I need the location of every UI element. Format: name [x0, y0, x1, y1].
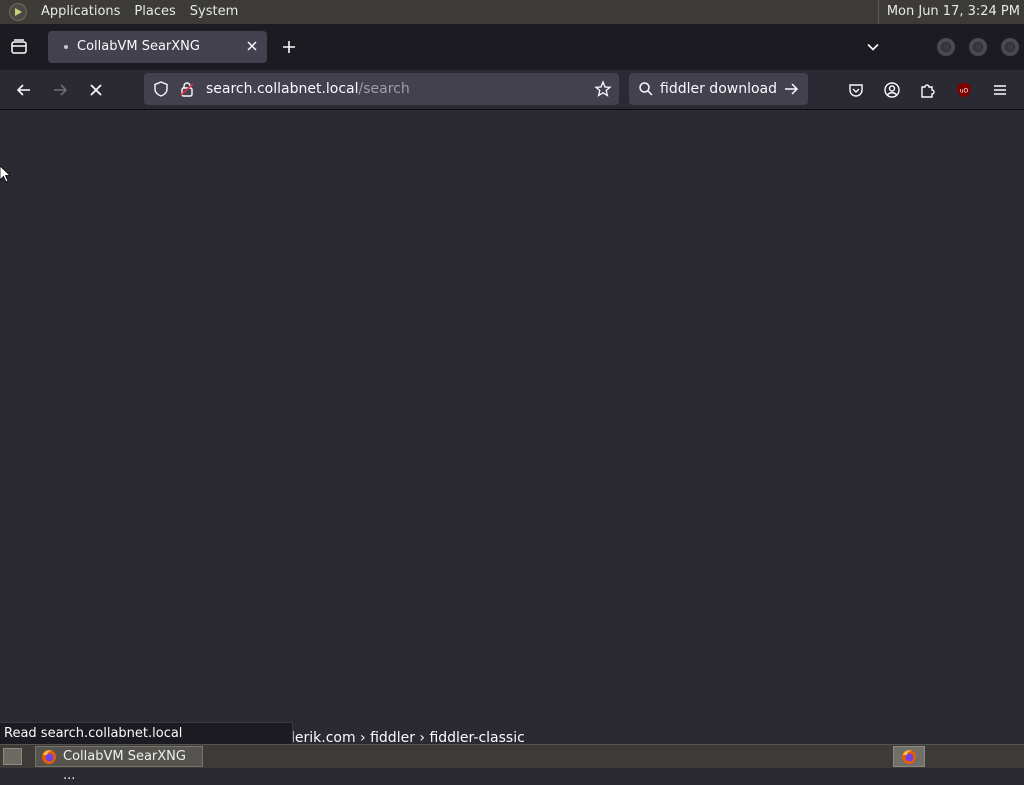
tracking-protection-shield-icon[interactable] — [152, 80, 170, 98]
search-go-arrow-icon[interactable] — [783, 81, 799, 97]
window-minimize-button[interactable] — [937, 38, 955, 56]
window-maximize-button[interactable] — [969, 38, 987, 56]
url-path: /search — [358, 81, 410, 97]
browser-tab-strip: CollabVM SearXNG — [0, 24, 1024, 70]
play-icon — [15, 8, 22, 16]
window-close-button[interactable] — [1001, 38, 1019, 56]
tab-title: CollabVM SearXNG — [77, 39, 200, 54]
search-icon — [639, 82, 653, 96]
tab-collabvm-searxng[interactable]: CollabVM SearXNG — [48, 31, 267, 63]
page-content-area — [0, 111, 1024, 744]
firefox-view-icon[interactable] — [10, 38, 28, 56]
panel-clock[interactable]: Mon Jun 17, 3:24 PM — [877, 0, 1020, 24]
account-icon[interactable] — [883, 81, 901, 99]
ublock-origin-icon[interactable]: uO — [955, 81, 973, 99]
menu-system[interactable]: System — [183, 0, 245, 24]
hamburger-menu-icon[interactable] — [991, 81, 1009, 99]
tab-loading-icon — [64, 45, 68, 49]
mouse-pointer-icon — [0, 166, 10, 183]
status-panel: Read search.collabnet.local — [0, 722, 293, 744]
url-host: search.collabnet.local — [206, 81, 359, 97]
desktop-top-panel: Applications Places System Mon Jun 17, 3… — [0, 0, 1024, 24]
tab-close-icon[interactable] — [245, 39, 259, 53]
stop-loading-icon[interactable] — [87, 81, 105, 99]
firefox-icon — [902, 750, 916, 764]
search-query-text[interactable]: fiddler download — [660, 81, 777, 97]
svg-text:uO: uO — [960, 88, 969, 95]
taskbar-window-label: CollabVM SearXNG ... — [63, 749, 186, 783]
navigation-toolbar: search.collabnet.local/search fiddler do… — [0, 70, 1024, 110]
menu-places[interactable]: Places — [127, 0, 182, 24]
firefox-icon — [42, 750, 56, 764]
desktop-bottom-panel: CollabVM SearXNG ... — [0, 744, 1024, 783]
list-all-tabs-chevron-icon[interactable] — [865, 39, 881, 55]
new-tab-icon[interactable] — [281, 39, 297, 55]
taskbar-window-button[interactable]: CollabVM SearXNG ... — [35, 746, 203, 783]
panel-menu-bar: Applications Places System — [0, 0, 245, 24]
bookmark-star-icon[interactable] — [594, 80, 612, 98]
extensions-puzzle-icon[interactable] — [919, 81, 937, 99]
forward-arrow-icon[interactable] — [51, 81, 69, 99]
tray-firefox-button[interactable] — [893, 746, 925, 767]
search-bar[interactable]: fiddler download — [629, 73, 808, 105]
menu-applications[interactable]: Applications — [34, 0, 127, 24]
pocket-icon[interactable] — [847, 81, 865, 99]
url-text[interactable]: search.collabnet.local/search — [206, 81, 410, 97]
insecure-lock-icon[interactable] — [178, 80, 196, 98]
show-desktop-icon[interactable] — [3, 748, 22, 765]
distro-logo-icon[interactable] — [9, 3, 27, 21]
back-arrow-icon[interactable] — [15, 81, 33, 99]
url-bar[interactable]: search.collabnet.local/search — [144, 73, 619, 105]
